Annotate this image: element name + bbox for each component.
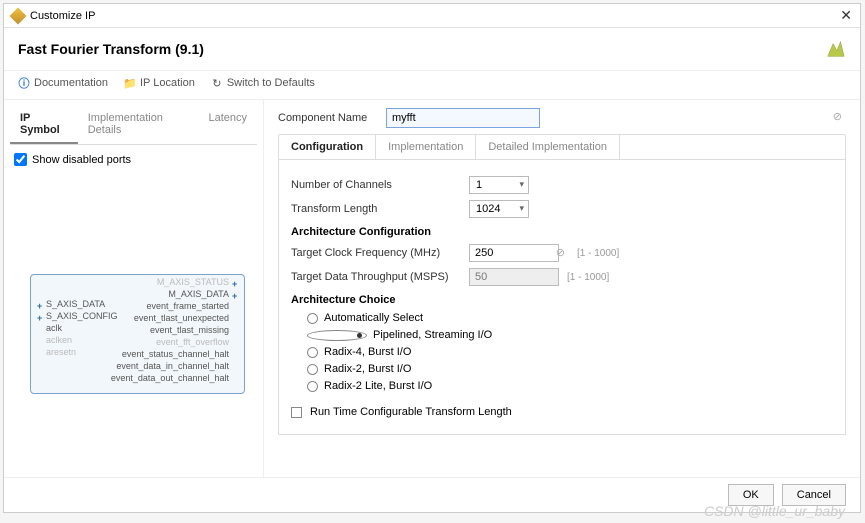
runtime-config-checkbox[interactable] — [291, 407, 302, 418]
pin-icon — [232, 315, 238, 321]
component-name-input[interactable] — [386, 108, 540, 128]
pin-icon — [232, 351, 238, 357]
pin-icon — [232, 375, 238, 381]
num-channels-label: Number of Channels — [291, 179, 461, 191]
left-panel: IP Symbol Implementation Details Latency… — [4, 100, 264, 477]
ip-location-link[interactable]: 📁 IP Location — [124, 77, 195, 89]
arch-radio-radix2lite[interactable] — [307, 381, 318, 392]
info-icon: ⓘ — [18, 77, 30, 89]
ip-title: Fast Fourier Transform (9.1) — [18, 41, 204, 57]
tab-ip-symbol[interactable]: IP Symbol — [10, 106, 78, 144]
arch-config-heading: Architecture Configuration — [291, 226, 833, 238]
pin-icon — [232, 363, 238, 369]
clock-freq-label: Target Clock Frequency (MHz) — [291, 247, 461, 259]
ok-button[interactable]: OK — [728, 484, 774, 506]
ip-symbol-diagram: +S_AXIS_DATA +S_AXIS_CONFIG aclk aclken … — [10, 174, 257, 471]
tab-impl-details[interactable]: Implementation Details — [78, 106, 199, 144]
close-icon[interactable]: ✕ — [840, 7, 852, 24]
arch-option-label: Radix-4, Burst I/O — [324, 346, 411, 358]
pin-icon: + — [37, 301, 43, 307]
app-logo-icon — [10, 7, 27, 24]
transform-length-value: 1024 — [476, 203, 500, 215]
folder-icon: 📁 — [124, 77, 136, 89]
left-tabs: IP Symbol Implementation Details Latency — [10, 106, 257, 145]
tab-detailed-impl[interactable]: Detailed Implementation — [476, 135, 620, 159]
switch-defaults-link[interactable]: ↻ Switch to Defaults — [211, 77, 315, 89]
runtime-config-label: Run Time Configurable Transform Length — [310, 406, 512, 418]
arch-radio-radix4[interactable] — [307, 347, 318, 358]
pin-icon — [37, 349, 43, 355]
clock-freq-range: [1 - 1000] — [577, 248, 619, 259]
port-label: M_AXIS_STATUS — [157, 277, 229, 287]
port-label: event_status_channel_halt — [122, 349, 229, 359]
port-label: M_AXIS_DATA — [168, 289, 229, 299]
pin-icon: + — [37, 313, 43, 319]
arch-choice-group: Automatically Select Pipelined, Streamin… — [307, 312, 833, 392]
port-label: event_data_out_channel_halt — [111, 373, 229, 383]
show-disabled-label: Show disabled ports — [32, 154, 131, 166]
pin-icon — [37, 337, 43, 343]
tab-configuration[interactable]: Configuration — [279, 135, 376, 159]
transform-length-select[interactable]: 1024 — [469, 200, 529, 218]
transform-length-label: Transform Length — [291, 203, 461, 215]
clear-icon[interactable]: ⊘ — [556, 246, 565, 259]
arch-option-label: Radix-2 Lite, Burst I/O — [324, 380, 432, 392]
clear-icon[interactable]: ⊘ — [833, 110, 842, 123]
port-label: S_AXIS_DATA — [46, 299, 105, 309]
titlebar: Customize IP ✕ — [4, 4, 860, 28]
port-label: aclken — [46, 335, 72, 345]
tab-implementation[interactable]: Implementation — [376, 135, 476, 159]
port-label: event_fft_overflow — [156, 337, 229, 347]
arch-option-label: Radix-2, Burst I/O — [324, 363, 411, 375]
refresh-icon: ↻ — [211, 77, 223, 89]
arch-choice-heading: Architecture Choice — [291, 294, 833, 306]
header: Fast Fourier Transform (9.1) — [4, 28, 860, 71]
pin-icon: + — [232, 291, 238, 297]
port-label: S_AXIS_CONFIG — [46, 311, 118, 321]
port-label: event_frame_started — [146, 301, 229, 311]
pin-icon — [232, 339, 238, 345]
port-label: event_tlast_missing — [150, 325, 229, 335]
vendor-logo-icon — [824, 38, 846, 60]
port-label: event_tlast_unexpected — [134, 313, 229, 323]
arch-option-label: Automatically Select — [324, 312, 423, 324]
documentation-label: Documentation — [34, 77, 108, 89]
port-label: aclk — [46, 323, 62, 333]
pin-icon — [37, 325, 43, 331]
switch-defaults-label: Switch to Defaults — [227, 77, 315, 89]
toolbar: ⓘ Documentation 📁 IP Location ↻ Switch t… — [4, 71, 860, 100]
pin-icon — [232, 303, 238, 309]
num-channels-value: 1 — [476, 179, 482, 191]
throughput-label: Target Data Throughput (MSPS) — [291, 271, 461, 283]
cancel-button[interactable]: Cancel — [782, 484, 846, 506]
port-label: event_data_in_channel_halt — [116, 361, 229, 371]
pin-icon — [232, 327, 238, 333]
config-form: Number of Channels 1 Transform Length 10… — [278, 160, 846, 435]
ip-block: +S_AXIS_DATA +S_AXIS_CONFIG aclk aclken … — [30, 274, 245, 394]
throughput-range: [1 - 1000] — [567, 272, 609, 283]
arch-radio-pipelined[interactable] — [307, 330, 367, 341]
arch-radio-auto[interactable] — [307, 313, 318, 324]
pin-icon: + — [232, 279, 238, 285]
right-panel: Component Name ⊘ Configuration Implement… — [264, 100, 860, 477]
window-title: Customize IP — [30, 10, 95, 22]
arch-option-label: Pipelined, Streaming I/O — [373, 329, 492, 341]
config-tabs: Configuration Implementation Detailed Im… — [278, 134, 846, 160]
clock-freq-input[interactable] — [469, 244, 559, 262]
tab-latency[interactable]: Latency — [198, 106, 257, 144]
ip-location-label: IP Location — [140, 77, 195, 89]
throughput-input — [469, 268, 559, 286]
arch-radio-radix2[interactable] — [307, 364, 318, 375]
footer: OK Cancel — [4, 477, 860, 512]
component-name-label: Component Name — [278, 112, 378, 124]
show-disabled-checkbox[interactable] — [14, 153, 27, 166]
port-label: aresetn — [46, 347, 76, 357]
num-channels-select[interactable]: 1 — [469, 176, 529, 194]
documentation-link[interactable]: ⓘ Documentation — [18, 77, 108, 89]
